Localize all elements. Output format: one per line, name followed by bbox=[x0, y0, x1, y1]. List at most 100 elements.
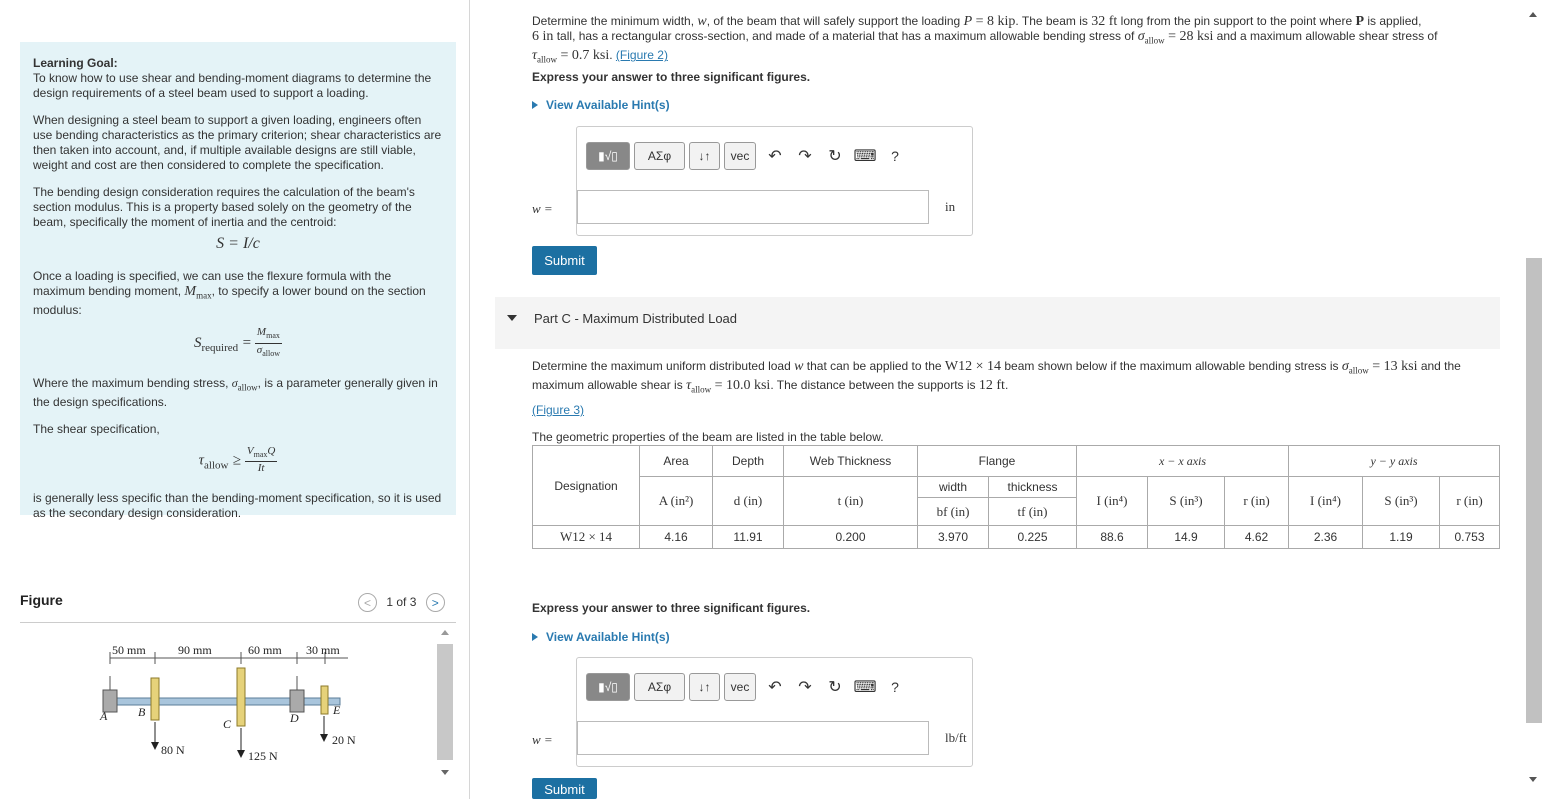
table-header-designation: Designation bbox=[532, 445, 640, 526]
redo-icon[interactable]: ↷ bbox=[790, 677, 820, 697]
load-b-label: 80 N bbox=[161, 743, 185, 757]
reset-icon[interactable]: ↻ bbox=[820, 146, 850, 166]
partb-answer-box: ▮√▯ ΑΣφ ↓↑ vec ↶ ↷ ↻ ⌨ ? w = in bbox=[532, 126, 973, 236]
partc-answer-label: w = bbox=[532, 732, 553, 747]
scroll-up-icon[interactable] bbox=[1529, 12, 1537, 17]
next-figure-button[interactable]: > bbox=[425, 593, 445, 612]
table-unit-ix: I (in⁴) bbox=[1076, 476, 1148, 526]
undo-icon[interactable]: ↶ bbox=[760, 146, 790, 166]
table-intro: The geometric properties of the beam are… bbox=[532, 430, 884, 444]
learning-goal-box: Learning Goal: To know how to use shear … bbox=[20, 42, 456, 520]
table-unit-tf: tf (in) bbox=[1017, 504, 1048, 519]
learning-goal-p2: The bending design consideration require… bbox=[33, 185, 415, 229]
left-panel: Learning Goal: To know how to use shear … bbox=[0, 0, 470, 799]
redo-icon[interactable]: ↷ bbox=[790, 146, 820, 166]
arrows-button[interactable]: ↓↑ bbox=[689, 142, 720, 170]
scroll-down-icon[interactable] bbox=[1529, 777, 1537, 782]
table-header-yaxis: y − y axis bbox=[1288, 445, 1500, 477]
partb-hint-toggle[interactable]: View Available Hint(s) bbox=[532, 98, 670, 112]
load-c-label: 125 N bbox=[248, 749, 278, 763]
partc-answer-unit: lb/ft bbox=[945, 730, 967, 745]
prev-figure-button[interactable]: < bbox=[358, 593, 377, 612]
partb-instruction: Express your answer to three significant… bbox=[532, 70, 811, 84]
dim-label-2: 90 mm bbox=[178, 643, 212, 657]
partc-instruction: Express your answer to three significant… bbox=[532, 601, 811, 615]
partb-answer-label: w = bbox=[532, 201, 553, 216]
help-icon[interactable]: ? bbox=[880, 679, 910, 695]
figure-page-indicator: 1 of 3 bbox=[386, 594, 417, 609]
partb-answer-input[interactable] bbox=[577, 190, 929, 224]
point-a-label: A bbox=[99, 709, 108, 723]
reset-icon[interactable]: ↻ bbox=[820, 677, 850, 697]
vector-button[interactable]: vec bbox=[724, 142, 756, 170]
partc-answer-input[interactable] bbox=[577, 721, 929, 755]
table-unit-iy: I (in⁴) bbox=[1288, 476, 1363, 526]
right-panel: Determine the minimum width, w, of the b… bbox=[470, 0, 1563, 799]
table-unit-area: A (in²) bbox=[639, 476, 713, 526]
table-header-thickness: thickness bbox=[989, 477, 1076, 498]
greek-symbols-button[interactable]: ΑΣφ bbox=[634, 673, 685, 701]
partc-submit-button[interactable]: Submit bbox=[532, 778, 597, 799]
figure-pager: < 1 of 3 > bbox=[358, 593, 445, 612]
shear-equation: τallow ≥ VmaxQ It bbox=[198, 445, 278, 475]
template-icon[interactable]: ▮√▯ bbox=[586, 142, 630, 170]
table-unit-sy: S (in³) bbox=[1362, 476, 1440, 526]
learning-goal-p6: is generally less specific than the bend… bbox=[33, 491, 442, 521]
learning-goal-intro: To know how to use shear and bending-mom… bbox=[33, 71, 432, 100]
help-icon[interactable]: ? bbox=[880, 148, 910, 164]
section-modulus-equation: S = I/c bbox=[216, 235, 260, 252]
dim-label-1: 50 mm bbox=[112, 643, 146, 657]
keyboard-icon[interactable]: ⌨ bbox=[850, 146, 880, 166]
table-header-width: width bbox=[918, 477, 988, 498]
partc-prompt: Determine the maximum uniform distribute… bbox=[532, 359, 1461, 395]
required-modulus-equation: Srequired = Mmax σallow bbox=[193, 326, 283, 358]
partc-title: Part C - Maximum Distributed Load bbox=[534, 311, 738, 326]
figure-scroll-thumb[interactable] bbox=[437, 644, 453, 760]
figure-scrollbar[interactable] bbox=[437, 630, 453, 780]
learning-goal-heading: Learning Goal: bbox=[33, 56, 118, 70]
undo-icon[interactable]: ↶ bbox=[760, 677, 790, 697]
shaft-figure: 50 mm 90 mm 60 mm 30 mm A B C D E 80 N 1… bbox=[99, 643, 356, 763]
point-e-label: E bbox=[332, 703, 341, 717]
caret-right-icon bbox=[532, 633, 538, 641]
table-unit-bf: bf (in) bbox=[936, 504, 970, 519]
dim-label-3: 60 mm bbox=[248, 643, 282, 657]
table-header-flange: Flange bbox=[917, 445, 1077, 477]
point-d-label: D bbox=[289, 711, 299, 725]
learning-goal-p4: Where the maximum bending stress, σallow… bbox=[33, 375, 438, 410]
load-e-label: 20 N bbox=[332, 733, 356, 747]
point-c-label: C bbox=[223, 717, 232, 731]
partc-hint-toggle[interactable]: View Available Hint(s) bbox=[532, 630, 670, 644]
partc-answer-box: ▮√▯ ΑΣφ ↓↑ vec ↶ ↷ ↻ ⌨ ? w = lb/ft bbox=[532, 657, 973, 767]
greek-symbols-button[interactable]: ΑΣφ bbox=[634, 142, 685, 170]
partc-math-toolbar: ▮√▯ ΑΣφ ↓↑ vec ↶ ↷ ↻ ⌨ ? bbox=[586, 672, 910, 702]
page-scroll-thumb[interactable] bbox=[1526, 258, 1542, 723]
learning-goal-p5: The shear specification, bbox=[33, 422, 160, 437]
partb-prompt: Determine the minimum width, w, of the b… bbox=[532, 14, 1438, 65]
partb-submit-button[interactable]: Submit bbox=[532, 246, 597, 275]
page-scrollbar[interactable] bbox=[1525, 0, 1542, 799]
table-header-xaxis: x − x axis bbox=[1076, 445, 1289, 477]
vector-button[interactable]: vec bbox=[724, 673, 756, 701]
template-icon[interactable]: ▮√▯ bbox=[586, 673, 630, 701]
learning-goal-p3: Once a loading is specified, we can use … bbox=[33, 269, 426, 318]
figure-3-link[interactable]: (Figure 3) bbox=[532, 403, 584, 417]
partb-math-toolbar: ▮√▯ ΑΣφ ↓↑ vec ↶ ↷ ↻ ⌨ ? bbox=[586, 141, 910, 171]
partc-header[interactable]: Part C - Maximum Distributed Load bbox=[495, 297, 1500, 349]
caret-down-icon bbox=[507, 315, 517, 321]
table-unit-sx: S (in³) bbox=[1147, 476, 1225, 526]
table-header-depth: Depth bbox=[712, 445, 784, 477]
dim-label-4: 30 mm bbox=[306, 643, 340, 657]
arrows-button[interactable]: ↓↑ bbox=[689, 673, 720, 701]
table-unit-ry: r (in) bbox=[1439, 476, 1500, 526]
table-unit-depth: d (in) bbox=[712, 476, 784, 526]
keyboard-icon[interactable]: ⌨ bbox=[850, 677, 880, 697]
partb-answer-unit: in bbox=[945, 199, 956, 214]
figure-2-link[interactable]: (Figure 2) bbox=[616, 48, 668, 62]
beam-properties-table: Designation Area Depth Web Thickness Fla… bbox=[532, 445, 1500, 549]
table-unit-rx: r (in) bbox=[1224, 476, 1289, 526]
caret-right-icon bbox=[532, 101, 538, 109]
table-header-web: Web Thickness bbox=[783, 445, 918, 477]
table-row: W12 × 14 4.16 11.91 0.200 3.970 0.225 88… bbox=[532, 525, 1500, 549]
point-b-label: B bbox=[138, 705, 146, 719]
